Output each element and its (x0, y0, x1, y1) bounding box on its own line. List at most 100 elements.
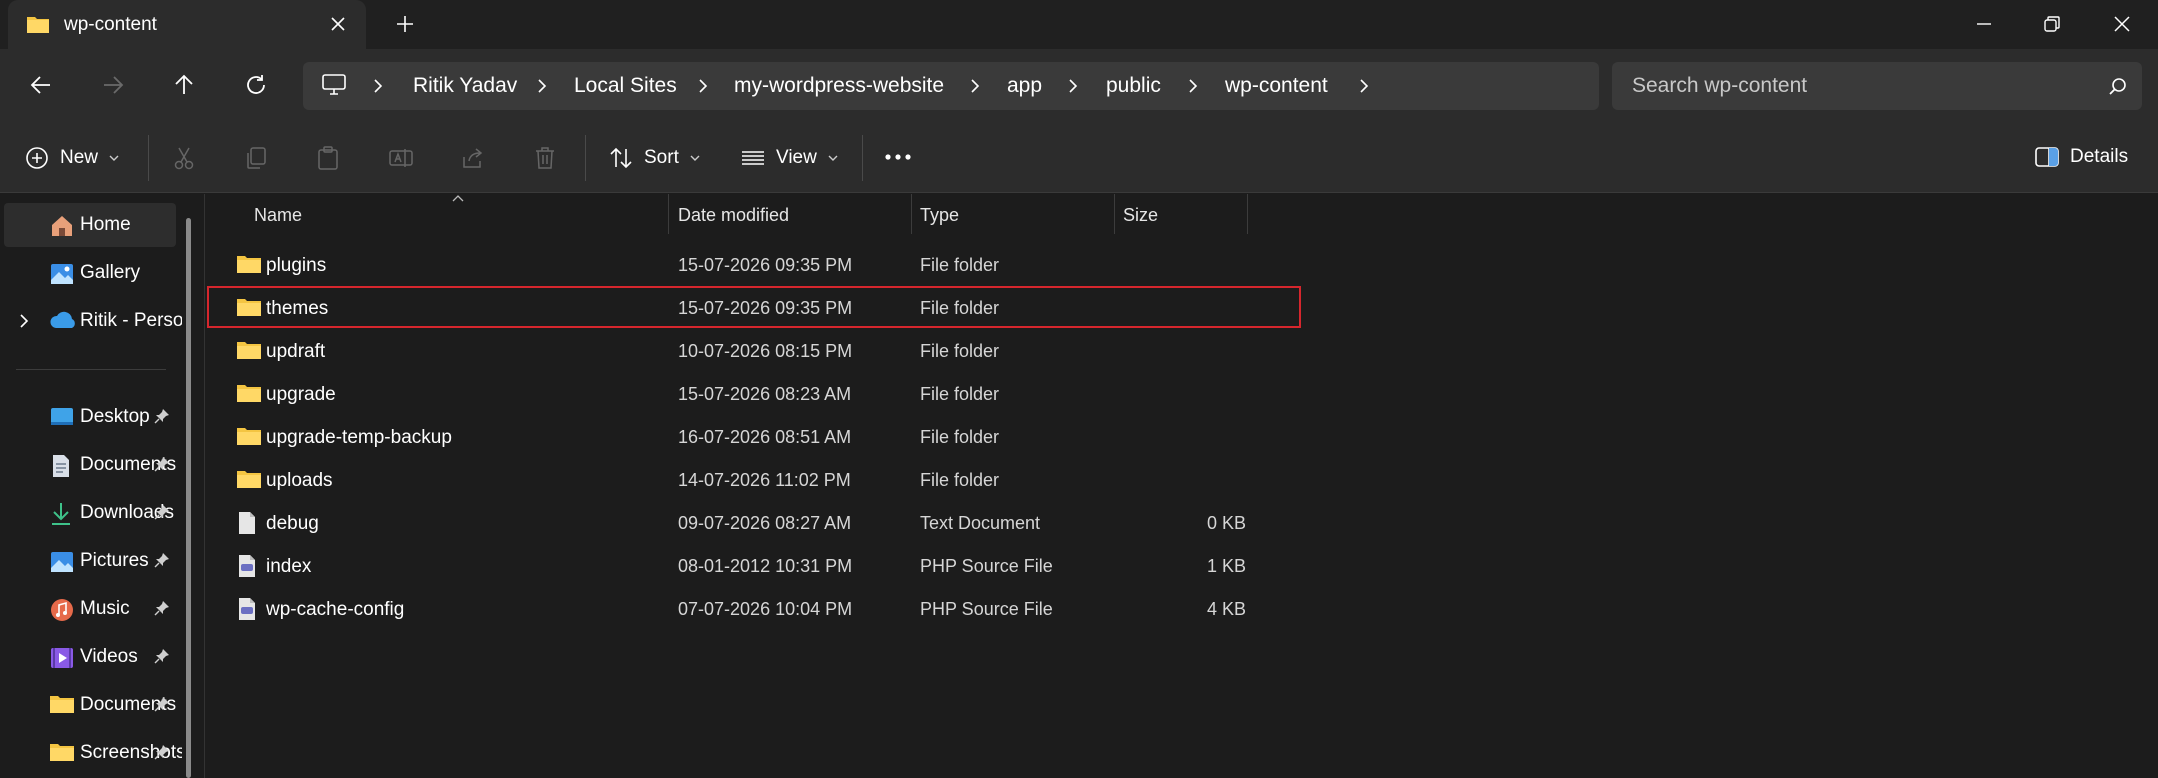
up-arrow-icon[interactable] (171, 72, 197, 98)
file-row-index[interactable]: index 08-01-2012 10:31 PM PHP Source File 1… (206, 545, 1306, 587)
sidebar-item-home[interactable]: Home (4, 203, 176, 247)
breadcrumb-my-wordpress-website[interactable]: my-wordpress-website (734, 74, 944, 98)
column-header-type[interactable]: Type (912, 194, 1114, 236)
file-row-plugins[interactable]: plugins 15-07-2026 09:35 PM File folder (206, 244, 1306, 286)
pin-icon[interactable] (154, 456, 170, 472)
plus-circle-icon (24, 145, 50, 171)
sidebar-item-screenshots[interactable]: Screenshots (4, 731, 182, 775)
file-date-modified: 07-07-2026 10:04 PM (678, 599, 853, 619)
copy-icon[interactable] (243, 145, 269, 171)
close-tab-icon[interactable] (328, 14, 348, 34)
chevron-right-icon[interactable] (18, 313, 30, 329)
cut-icon[interactable] (171, 145, 197, 171)
chevron-down-icon (827, 153, 839, 163)
back-arrow-icon[interactable] (28, 72, 54, 98)
chevron-right-icon[interactable] (1357, 78, 1371, 94)
file-row-debug[interactable]: debug 09-07-2026 08:27 AM Text Document 0 K… (206, 502, 1306, 544)
breadcrumb[interactable]: Ritik Yadav Local Sites my-wordpress-web… (303, 62, 1599, 110)
rename-icon[interactable] (388, 145, 414, 171)
breadcrumb-local-sites[interactable]: Local Sites (574, 74, 677, 98)
breadcrumb-public[interactable]: public (1106, 74, 1161, 98)
column-header-date[interactable]: Date modified (669, 194, 911, 236)
column-header-label: Size (1123, 205, 1159, 225)
file-date-modified: 15-07-2026 08:23 AM (678, 384, 852, 404)
folder-icon (49, 693, 75, 715)
pin-icon[interactable] (154, 696, 170, 712)
this-pc-icon[interactable] (321, 73, 347, 97)
more-options-icon[interactable] (884, 153, 912, 161)
view-list-icon (740, 145, 766, 171)
search-input[interactable] (1632, 72, 2072, 100)
chevron-right-icon[interactable] (535, 78, 549, 94)
breadcrumb-app[interactable]: app (1007, 74, 1042, 98)
file-type: PHP Source File (920, 556, 1053, 576)
paste-icon[interactable] (315, 145, 341, 171)
sidebar-item-videos[interactable]: Videos (4, 635, 176, 679)
chevron-right-icon[interactable] (1186, 78, 1200, 94)
search-icon[interactable] (2108, 77, 2128, 97)
file-row-wp-cache-config[interactable]: wp-cache-config 07-07-2026 10:04 PM PHP So… (206, 588, 1306, 630)
share-icon[interactable] (460, 145, 486, 171)
sidebar-item-pictures[interactable]: Pictures (4, 539, 176, 583)
pin-icon[interactable] (154, 408, 170, 424)
file-row-upgrade[interactable]: upgrade 15-07-2026 08:23 AM File folder (206, 373, 1306, 415)
column-header-size[interactable]: Size (1115, 194, 1247, 236)
folder-icon (26, 14, 50, 34)
file-type: File folder (920, 470, 1000, 490)
file-name: themes (266, 298, 329, 319)
pin-icon[interactable] (154, 744, 170, 760)
file-date-modified: 14-07-2026 11:02 PM (678, 470, 851, 490)
sidebar-item-desktop[interactable]: Desktop (4, 395, 176, 439)
sidebar-item-music[interactable]: Music (4, 587, 176, 631)
sidebar-item-downloads[interactable]: Downloads (4, 491, 176, 535)
chevron-right-icon[interactable] (968, 78, 982, 94)
forward-arrow-icon[interactable] (100, 72, 126, 98)
file-row-updraft[interactable]: updraft 10-07-2026 08:15 PM File folder (206, 330, 1306, 372)
php-file-icon (236, 554, 258, 578)
file-row-themes[interactable]: themes 15-07-2026 09:35 PM File folder (206, 287, 1306, 329)
pin-icon[interactable] (154, 504, 170, 520)
file-row-uploads[interactable]: uploads 14-07-2026 11:02 PM File folder (206, 459, 1306, 501)
sidebar-item-gallery[interactable]: Gallery (4, 251, 176, 295)
pictures-icon (49, 549, 75, 575)
pin-icon[interactable] (154, 552, 170, 568)
sidebar-item-onedrive[interactable]: Ritik - Personal (4, 299, 182, 343)
column-header-name[interactable]: Name (206, 194, 668, 236)
file-date-modified: 09-07-2026 08:27 AM (678, 513, 852, 533)
file-size: 0 KB (1206, 513, 1246, 533)
file-row-upgrade-temp-backup[interactable]: upgrade-temp-backup 16-07-2026 08:51 AM Fi… (206, 416, 1306, 458)
sidebar-scrollbar[interactable] (186, 218, 191, 778)
tab-wp-content[interactable]: wp-content (8, 0, 366, 49)
breadcrumb-wp-content[interactable]: wp-content (1225, 74, 1328, 98)
chevron-right-icon[interactable] (1066, 78, 1080, 94)
details-pane-icon (2034, 145, 2060, 169)
folder-icon (236, 468, 262, 490)
new-label: New (60, 147, 99, 168)
desktop-icon (49, 405, 75, 429)
folder-icon (236, 339, 262, 361)
view-button[interactable]: View (740, 145, 839, 171)
restore-icon[interactable] (2040, 12, 2064, 36)
new-button[interactable]: New (24, 145, 120, 171)
chevron-right-icon[interactable] (696, 78, 710, 94)
file-type: File folder (920, 298, 1000, 318)
new-tab-icon[interactable] (394, 13, 416, 35)
close-window-icon[interactable] (2110, 12, 2134, 36)
sidebar-item-documents[interactable]: Documents (4, 443, 176, 487)
search-box[interactable] (1612, 62, 2142, 110)
file-name: updraft (266, 341, 326, 362)
column-divider[interactable] (1247, 194, 1248, 234)
details-button[interactable]: Details (2034, 145, 2128, 169)
chevron-right-icon[interactable] (371, 78, 385, 94)
minimize-icon[interactable] (1972, 12, 1996, 36)
sidebar-item-documents-folder[interactable]: Documents (4, 683, 176, 727)
refresh-icon[interactable] (243, 72, 269, 98)
pin-icon[interactable] (154, 648, 170, 664)
delete-icon[interactable] (532, 145, 558, 171)
file-name: plugins (266, 255, 327, 276)
breadcrumb-ritik-yadav[interactable]: Ritik Yadav (413, 74, 517, 98)
php-file-icon (236, 597, 258, 621)
pin-icon[interactable] (154, 600, 170, 616)
sort-button[interactable]: Sort (608, 145, 701, 171)
home-icon (49, 213, 75, 239)
